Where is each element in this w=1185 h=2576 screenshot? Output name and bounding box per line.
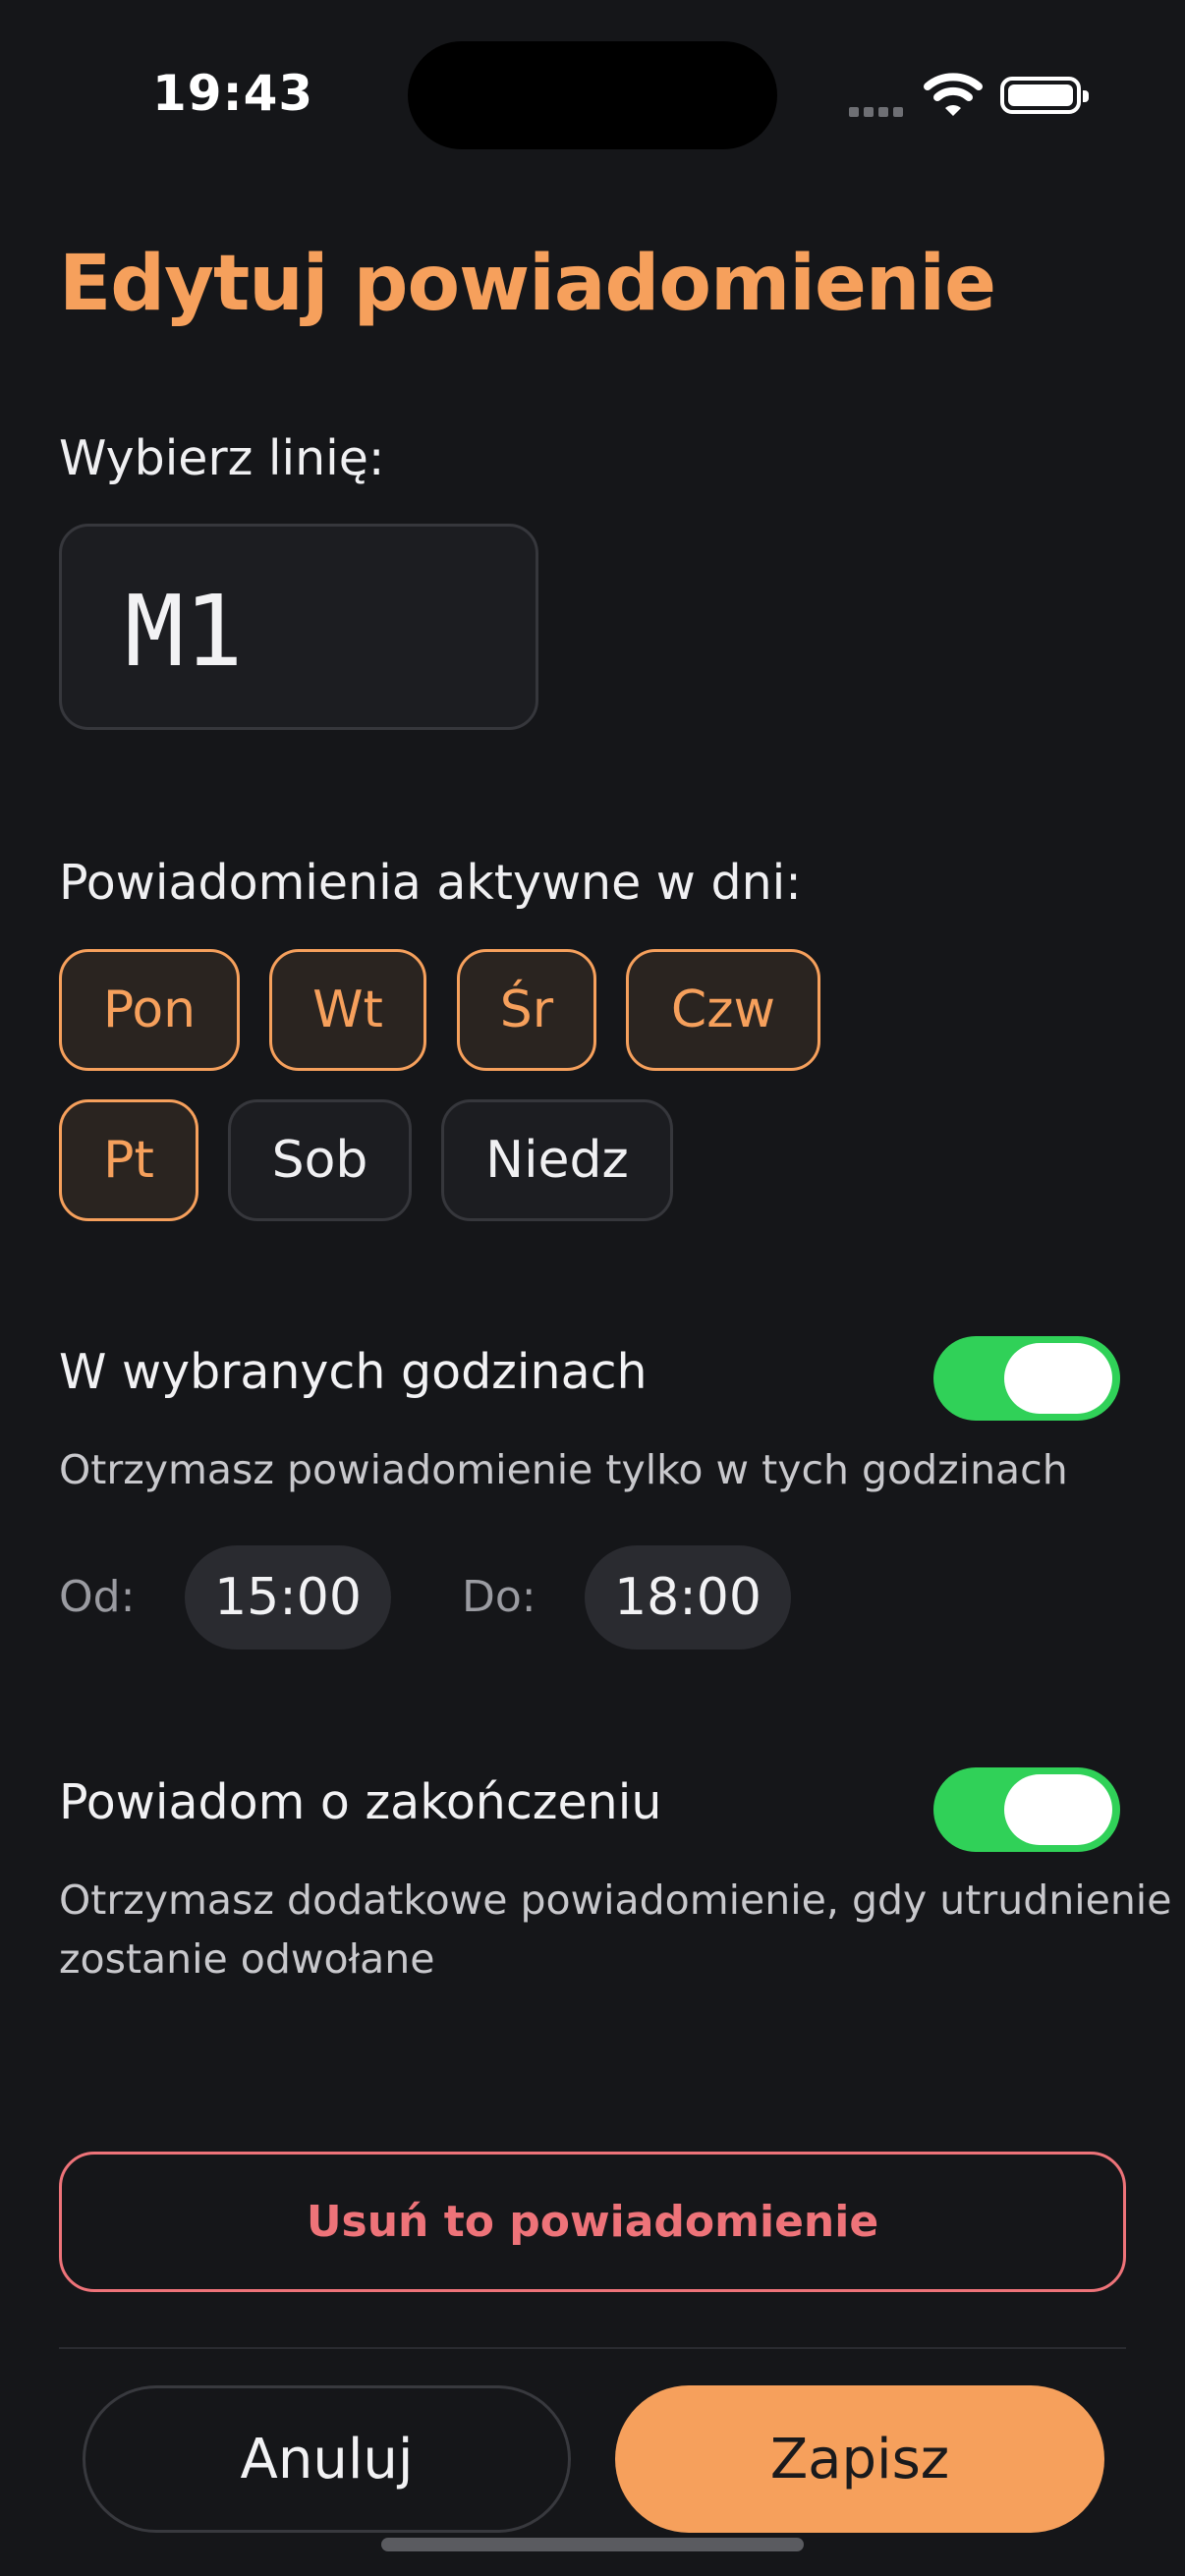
hours-title: W wybranych godzinach (59, 1344, 648, 1400)
day-chip-niedz[interactable]: Niedz (441, 1099, 673, 1221)
to-time-value: 18:00 (614, 1568, 762, 1627)
day-chip-label: Pt (103, 1131, 154, 1190)
delete-notification-button[interactable]: Usuń to powiadomienie (59, 2152, 1126, 2292)
from-label: Od: (59, 1572, 136, 1622)
days-label: Powiadomienia aktywne w dni: (59, 855, 802, 911)
day-chip-label: Czw (670, 980, 776, 1039)
to-label: Do: (462, 1572, 536, 1622)
divider (59, 2347, 1126, 2349)
dynamic-island (408, 41, 777, 149)
end-notify-title: Powiadom o zakończeniu (59, 1774, 662, 1830)
day-chip-label: Sob (271, 1131, 368, 1190)
end-notify-description-line: zostanie odwołane (59, 1935, 435, 1983)
line-select-value: M1 (125, 574, 244, 689)
day-chip-pt[interactable]: Pt (59, 1099, 198, 1221)
save-button-label: Zapisz (769, 2427, 950, 2492)
line-select-field[interactable]: M1 (59, 524, 538, 730)
end-notify-description: Otrzymasz dodatkowe powiadomienie, gdy u… (59, 1871, 1171, 1988)
day-chip-label: Śr (499, 980, 554, 1039)
from-time-picker[interactable]: 15:00 (185, 1545, 391, 1650)
day-chip-label: Niedz (485, 1131, 629, 1190)
day-chip-czw[interactable]: Czw (626, 949, 820, 1071)
day-chip-label: Wt (312, 980, 383, 1039)
cellular-signal-icon (849, 102, 908, 117)
cancel-button-label: Anuluj (240, 2427, 414, 2492)
cancel-button[interactable]: Anuluj (83, 2385, 571, 2533)
delete-button-label: Usuń to powiadomienie (306, 2197, 879, 2247)
hours-description: Otrzymasz powiadomienie tylko w tych god… (59, 1446, 1068, 1493)
day-chip-label: Pon (102, 980, 197, 1039)
day-chip-pon[interactable]: Pon (59, 949, 240, 1071)
save-button[interactable]: Zapisz (615, 2385, 1104, 2533)
battery-icon (1000, 77, 1089, 114)
end-notify-toggle[interactable] (933, 1767, 1120, 1852)
toggle-knob (1004, 1774, 1112, 1845)
wifi-icon (924, 73, 983, 118)
to-time-picker[interactable]: 18:00 (585, 1545, 791, 1650)
end-notify-description-line: Otrzymasz dodatkowe powiadomienie, gdy u… (59, 1876, 1172, 1924)
home-indicator[interactable] (381, 2538, 804, 2551)
page-title: Edytuj powiadomienie (59, 240, 996, 328)
toggle-knob (1004, 1343, 1112, 1414)
day-chip-sob[interactable]: Sob (228, 1099, 412, 1221)
line-select-label: Wybierz linię: (59, 430, 385, 486)
day-chip-sr[interactable]: Śr (457, 949, 596, 1071)
status-time: 19:43 (152, 65, 314, 122)
hours-toggle[interactable] (933, 1336, 1120, 1421)
day-chip-wt[interactable]: Wt (269, 949, 426, 1071)
from-time-value: 15:00 (214, 1568, 362, 1627)
